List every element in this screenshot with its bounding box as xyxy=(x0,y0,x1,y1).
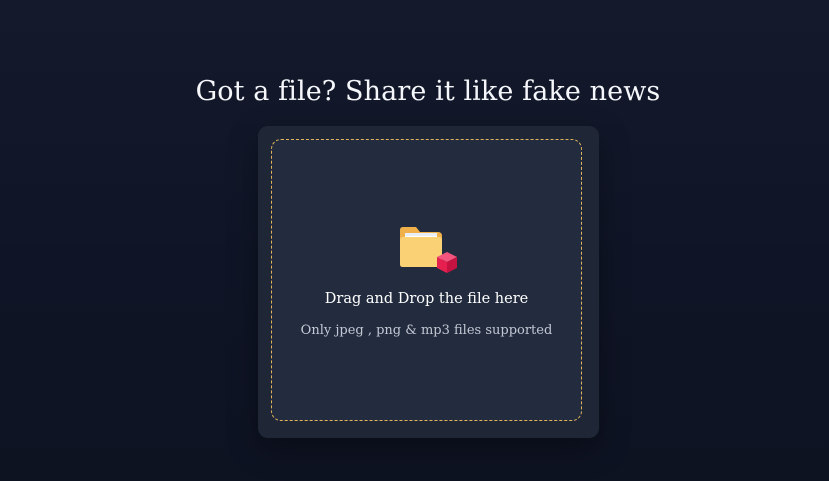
upload-card: Drag and Drop the file here Only jpeg , … xyxy=(258,126,599,438)
drop-instruction: Drag and Drop the file here xyxy=(324,291,529,307)
supported-formats-note: Only jpeg , png & mp3 files supported xyxy=(300,323,553,338)
folder-with-box-icon xyxy=(400,227,457,273)
page-title: Got a file? Share it like fake news xyxy=(195,76,661,107)
file-drop-zone[interactable]: Drag and Drop the file here Only jpeg , … xyxy=(271,139,582,421)
